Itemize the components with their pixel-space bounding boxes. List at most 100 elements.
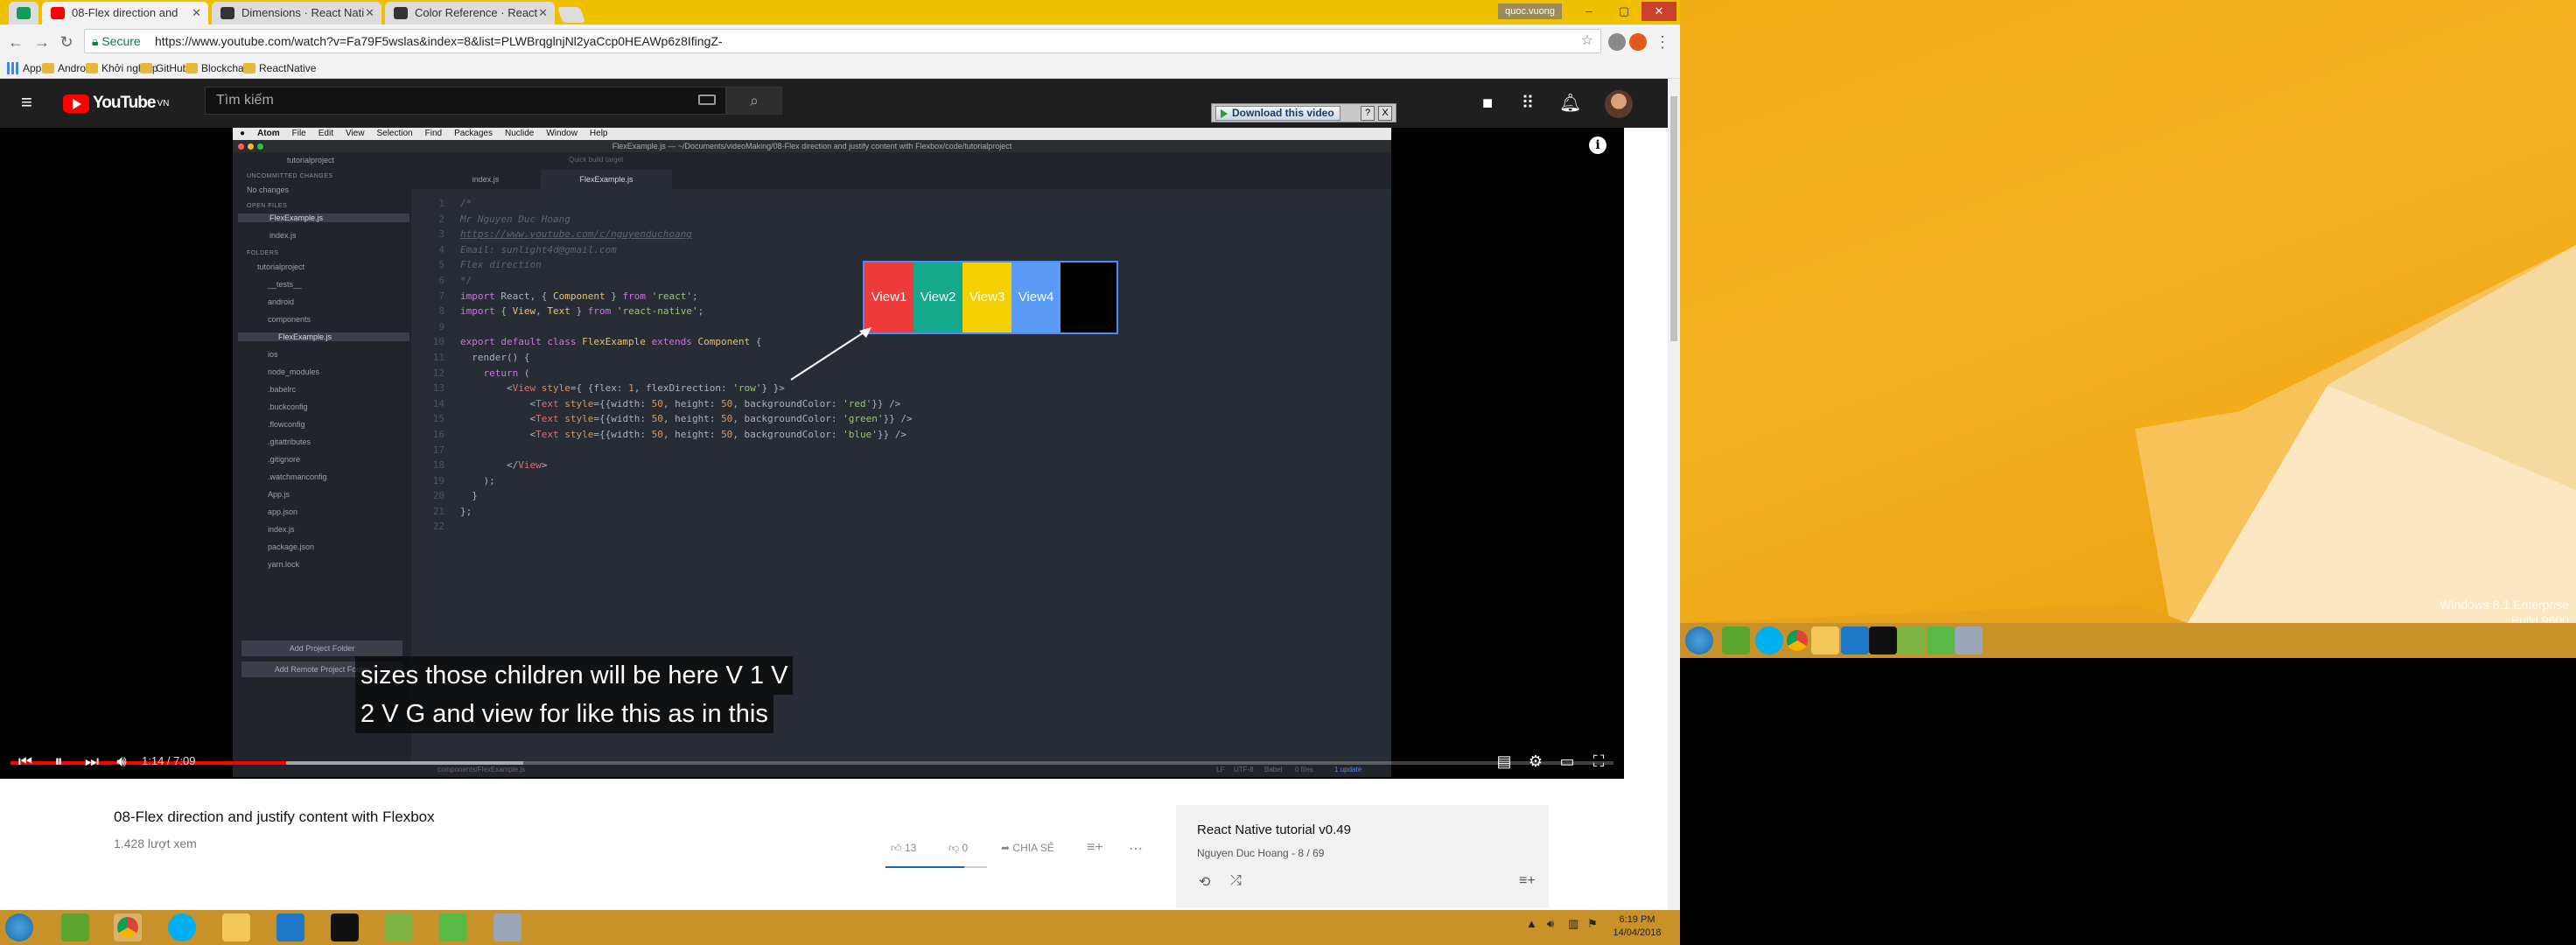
vscode-icon[interactable] bbox=[276, 914, 304, 942]
menu-kebab-icon[interactable]: ⋮ bbox=[1652, 32, 1673, 52]
close-window-button[interactable]: ✕ bbox=[1642, 2, 1676, 21]
notifications-bell-icon[interactable]: 🔔︎ bbox=[1559, 93, 1581, 114]
chrome-taskbar-icon[interactable] bbox=[1783, 626, 1811, 654]
chrome-icon bbox=[1787, 630, 1808, 651]
taskbar-clock[interactable]: 6:19 PM 14/04/2018 bbox=[1606, 914, 1668, 940]
search-input[interactable]: Tìm kiếm bbox=[205, 87, 726, 115]
download-close-button[interactable]: X bbox=[1378, 106, 1392, 121]
share-label: CHIA SẺ bbox=[1012, 842, 1054, 854]
playlist-owner-name[interactable]: Nguyen Duc Hoang bbox=[1197, 847, 1289, 859]
file-explorer-icon[interactable] bbox=[1811, 626, 1839, 654]
settings-app-icon[interactable] bbox=[1955, 626, 1983, 654]
tab-title: 08-Flex direction and bbox=[72, 6, 178, 19]
traffic-minimize-icon bbox=[248, 144, 254, 150]
home-app-icon[interactable] bbox=[1927, 626, 1955, 654]
subtitles-icon[interactable]: ▤ bbox=[1491, 746, 1517, 777]
tray-up-arrow-icon[interactable]: ▲ bbox=[1526, 917, 1537, 930]
scrollbar-thumb[interactable] bbox=[1670, 96, 1677, 341]
close-tab-icon[interactable]: ✕ bbox=[192, 2, 201, 24]
bookmark-blockchain[interactable]: Blockchain bbox=[186, 60, 252, 76]
page-scrollbar[interactable] bbox=[1668, 79, 1680, 910]
profile-chip[interactable]: quoc.vuong bbox=[1498, 4, 1562, 19]
more-actions-icon[interactable]: ⋯ bbox=[1129, 840, 1143, 858]
save-playlist-icon[interactable]: ≡+ bbox=[1519, 873, 1536, 889]
terminal-icon[interactable] bbox=[331, 914, 359, 942]
create-video-icon[interactable]: ■ bbox=[1477, 93, 1498, 114]
previous-icon[interactable]: ⏮ bbox=[12, 746, 38, 777]
excel-icon[interactable] bbox=[1722, 626, 1750, 654]
search-icon: ⌕ bbox=[749, 92, 760, 109]
file-explorer-icon[interactable] bbox=[222, 914, 250, 942]
next-icon[interactable]: ⏭ bbox=[79, 746, 105, 777]
video-player[interactable]: ● Atom File Edit View Selection Find Packages Nu… bbox=[0, 128, 1624, 779]
add-to-playlist-icon[interactable]: ≡+ bbox=[1087, 840, 1103, 856]
volume-icon[interactable]: 🔊︎ bbox=[108, 746, 135, 777]
close-tab-icon[interactable]: ✕ bbox=[365, 2, 374, 24]
terminal-icon[interactable] bbox=[1869, 626, 1897, 654]
android-icon[interactable] bbox=[1897, 626, 1925, 654]
settings-gear-icon[interactable]: ⚙ bbox=[1522, 746, 1549, 777]
bookmark-apps[interactable]: Apps bbox=[7, 60, 46, 76]
avatar[interactable] bbox=[1605, 90, 1633, 118]
line-numbers: 1 2 3 4 5 6 7 8 9 10 11 12 13 14 15 16 17 18 19 20 21 22 bbox=[432, 198, 444, 533]
start-button-icon[interactable] bbox=[5, 914, 33, 942]
youtube-logo[interactable]: YouTube VN bbox=[63, 93, 169, 114]
home-app-icon[interactable] bbox=[439, 914, 467, 942]
info-icon[interactable]: i bbox=[1589, 136, 1606, 154]
pause-icon[interactable]: ⏸ bbox=[46, 746, 72, 777]
playlist-title[interactable]: React Native tutorial v0.49 bbox=[1197, 822, 1351, 837]
settings-app-icon[interactable] bbox=[494, 914, 522, 942]
fullscreen-icon[interactable]: ⛶ bbox=[1586, 746, 1612, 777]
thumbs-down-icon: 👎︎ bbox=[948, 842, 960, 854]
search-button[interactable]: ⌕ bbox=[726, 87, 782, 115]
windows-watermark: Windows 8.1 Enterprise Build 9600 bbox=[2440, 597, 2569, 623]
vscode-icon[interactable] bbox=[1841, 626, 1869, 654]
android-icon[interactable] bbox=[385, 914, 413, 942]
share-button[interactable]: ➦ CHIA SẺ bbox=[1001, 842, 1054, 854]
loop-icon[interactable]: ⟲ bbox=[1199, 873, 1210, 891]
tab-youtube[interactable]: 08-Flex direction and ✕ bbox=[42, 2, 208, 24]
new-tab-button[interactable] bbox=[556, 7, 586, 23]
skype-icon[interactable] bbox=[1755, 626, 1783, 654]
dislike-button[interactable]: 👎︎ 0 bbox=[948, 842, 968, 855]
hamburger-menu-icon[interactable]: ≡ bbox=[21, 93, 40, 113]
download-video-button[interactable]: Download this video bbox=[1215, 106, 1340, 121]
reload-icon[interactable]: ↻ bbox=[56, 32, 77, 52]
extension-icon[interactable] bbox=[1608, 33, 1626, 51]
demo-view-box: View1 bbox=[864, 262, 914, 332]
shuffle-icon[interactable]: ⤮ bbox=[1230, 873, 1242, 889]
start-button-icon[interactable] bbox=[1685, 626, 1713, 654]
menu-item: Help bbox=[589, 129, 608, 138]
chrome-taskbar-icon[interactable] bbox=[114, 914, 142, 942]
excel-icon[interactable] bbox=[61, 914, 89, 942]
keyboard-icon[interactable] bbox=[698, 94, 716, 105]
forward-icon[interactable]: → bbox=[32, 32, 52, 52]
bookmark-star-icon[interactable]: ☆ bbox=[1581, 30, 1593, 52]
volume-tray-icon[interactable]: 🔊︎ bbox=[1547, 917, 1554, 931]
menu-item: Window bbox=[546, 129, 578, 138]
network-tray-icon[interactable]: ▥ bbox=[1568, 917, 1578, 931]
maximize-button[interactable]: ▢ bbox=[1606, 2, 1642, 21]
close-tab-icon[interactable]: ✕ bbox=[538, 2, 548, 24]
address-bar[interactable]: 🔒︎ Secure https://www.youtube.com/watch?… bbox=[84, 29, 1601, 53]
progress-bar[interactable] bbox=[10, 761, 1614, 765]
extension-icon[interactable] bbox=[1629, 33, 1647, 51]
second-monitor-desktop: Windows 8.1 Enterprise Build 9600 bbox=[1680, 0, 2576, 945]
bookmark-github[interactable]: GitHub bbox=[140, 60, 188, 76]
tab-pinned-sheets[interactable] bbox=[9, 2, 38, 24]
apps-grid-icon[interactable]: ⠿ bbox=[1517, 93, 1538, 114]
bookmark-reactnative[interactable]: ReactNative bbox=[243, 60, 316, 76]
video-frame[interactable]: ● Atom File Edit View Selection Find Packages Nu… bbox=[233, 128, 1391, 777]
theater-mode-icon[interactable]: ▭ bbox=[1554, 746, 1580, 777]
download-help-button[interactable]: ? bbox=[1361, 106, 1375, 121]
skype-icon[interactable] bbox=[168, 914, 196, 942]
tab-dimensions[interactable]: Dimensions · React Nati ✕ bbox=[212, 2, 382, 24]
flag-tray-icon[interactable]: ⚑ bbox=[1587, 917, 1598, 931]
status-item: Babel bbox=[1264, 766, 1283, 774]
minimize-button[interactable]: – bbox=[1572, 2, 1606, 21]
back-icon[interactable]: ← bbox=[5, 32, 26, 52]
tab-color-reference[interactable]: Color Reference · React ✕ bbox=[385, 2, 555, 24]
like-button[interactable]: 👍︎ 13 bbox=[891, 842, 916, 855]
desktop-wallpaper: Windows 8.1 Enterprise Build 9600 bbox=[1680, 0, 2576, 623]
tree-item: __tests__ bbox=[268, 280, 303, 289]
